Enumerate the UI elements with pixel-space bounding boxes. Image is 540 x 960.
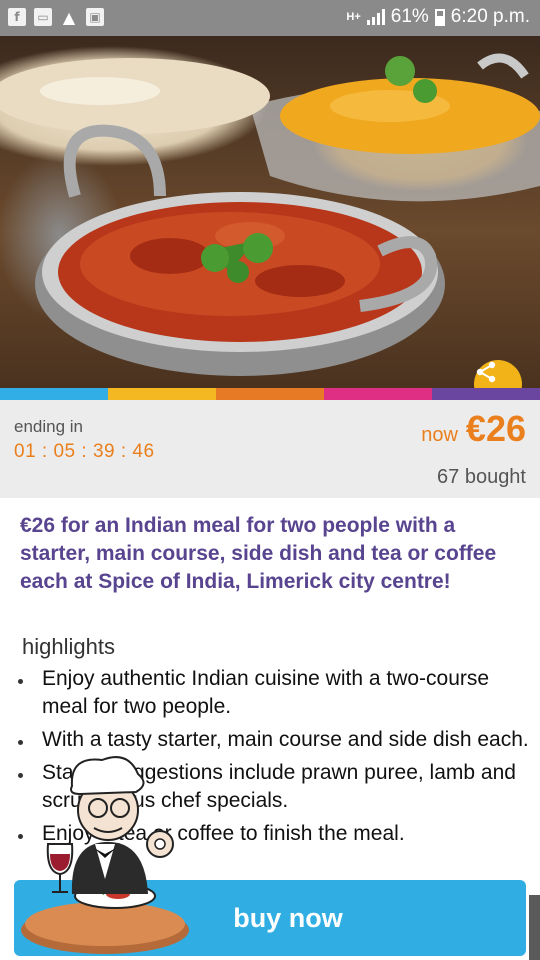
- strip-segment: [324, 388, 432, 400]
- notification-icons: f ▭ ▲ ▣: [8, 7, 104, 27]
- deal-title: €26 for an Indian meal for two people wi…: [20, 514, 497, 593]
- system-status: H+ 61% 6:20 p.m.: [346, 6, 530, 28]
- list-item: Enjoy authentic Indian cuisine with a tw…: [14, 665, 530, 721]
- color-strip: [0, 388, 540, 400]
- status-bar: f ▭ ▲ ▣ H+ 61% 6:20 p.m.: [0, 0, 540, 36]
- box-icon: ▣: [86, 8, 104, 26]
- battery-percent: 61%: [390, 6, 429, 27]
- bought-count: 67 bought: [437, 466, 526, 488]
- ending-label: ending in: [14, 417, 84, 436]
- clipboard-icon: ▭: [34, 8, 52, 26]
- warning-icon: ▲: [62, 7, 76, 27]
- share-icon: [476, 361, 496, 383]
- hero-image: [0, 36, 540, 388]
- strip-segment: [216, 388, 324, 400]
- network-type: H+: [346, 11, 361, 23]
- signal-icon: [366, 9, 385, 25]
- strip-segment: [108, 388, 216, 400]
- highlight-text: Enjoy authentic Indian cuisine with a tw…: [42, 667, 490, 718]
- bullet-icon: [18, 679, 23, 684]
- chef-with-wine-icon: [21, 756, 189, 954]
- countdown-timer: 01 : 05 : 39 : 46: [14, 441, 155, 462]
- strip-segment: [0, 388, 108, 400]
- buy-now-label: buy now: [233, 902, 343, 933]
- facebook-icon: f: [8, 8, 26, 26]
- now-label: now: [421, 424, 458, 446]
- price-block: now €26: [421, 408, 526, 450]
- curry-illustration: [0, 53, 540, 376]
- clock: 6:20 p.m.: [450, 6, 530, 27]
- highlights-heading: highlights: [22, 634, 115, 659]
- deal-price: €26: [465, 408, 526, 449]
- battery-icon: [434, 8, 445, 26]
- scroll-edge: [529, 895, 540, 960]
- strip-segment: [432, 388, 540, 400]
